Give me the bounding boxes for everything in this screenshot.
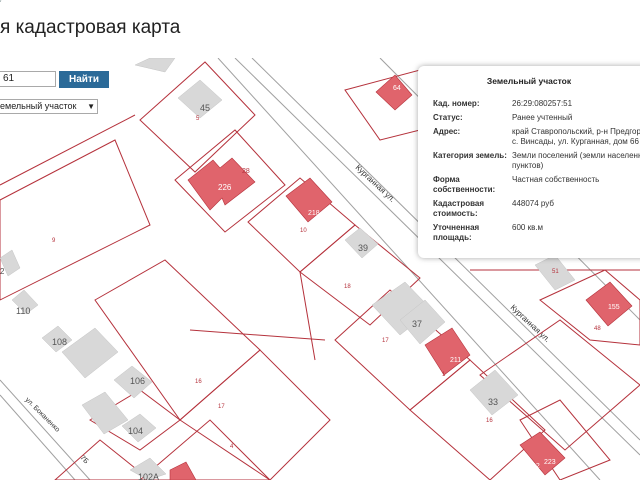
parcel-label: 10 xyxy=(300,228,307,234)
info-row: Уточненная площадь: 600 кв.м xyxy=(433,223,640,243)
parcel-label: 28 xyxy=(242,168,250,175)
parcel-label: 16 xyxy=(195,379,202,385)
object-type-value: емельный участок xyxy=(0,101,77,111)
parcel-label: 110 xyxy=(16,306,30,316)
parcel-label: 104 xyxy=(128,426,143,436)
info-value: край Ставропольский, р-н Предгорный, с. … xyxy=(512,127,640,146)
parcel-label: 18 xyxy=(344,284,351,290)
parcel-label: 17 xyxy=(218,404,225,410)
parcel-label: 48 xyxy=(594,326,601,332)
popup-title: Земельный участок xyxy=(486,76,572,86)
parcel-label: 17 xyxy=(382,338,389,344)
info-value: Земли поселений (земли населенных пункто… xyxy=(512,151,640,170)
info-key: Адрес: xyxy=(433,127,461,136)
info-value: 26:29:080257:51 xyxy=(512,99,573,108)
info-value: 600 кв.м xyxy=(512,223,544,232)
parcel-label: 37 xyxy=(412,319,422,329)
info-row: Категория земель: Земли поселений (земли… xyxy=(433,151,640,171)
page-title: я кадастровая карта xyxy=(0,17,181,38)
street-label-kurgannaya: Курганная ул. xyxy=(509,303,552,344)
chevron-down-icon: ▼ xyxy=(87,102,95,111)
parcel-label: 155 xyxy=(608,304,620,311)
find-button[interactable]: Найти xyxy=(59,71,109,88)
street-code-label: 7Б xyxy=(79,454,90,465)
parcel-label: 9 xyxy=(52,238,56,244)
parcel-label: 223 xyxy=(544,459,556,466)
parcel-label: 211 xyxy=(450,357,461,364)
breadcrumb: / xyxy=(0,0,3,4)
parcel-label: 4 xyxy=(230,444,234,450)
info-value: 448074 руб xyxy=(512,199,554,208)
cadastral-number-input[interactable]: 61 xyxy=(0,71,56,87)
info-key: Статус: xyxy=(433,113,463,122)
info-key: Кад. номер: xyxy=(433,99,480,108)
info-row: Статус: Ранее учтенный xyxy=(433,113,640,123)
info-key: Форма собственности: xyxy=(433,175,496,194)
info-value: Ранее учтенный xyxy=(512,113,573,122)
parcel-label: 108 xyxy=(52,337,67,347)
info-row: Кадастровая стоимость: 448074 руб xyxy=(433,199,640,219)
parcel-label: 64 xyxy=(393,85,401,92)
info-key: Кадастровая стоимость: xyxy=(433,199,485,218)
parcel-label: 92 xyxy=(532,463,540,470)
top-bar: / xyxy=(0,0,640,8)
info-value: Частная собственность xyxy=(512,175,600,184)
info-row: Форма собственности: Частная собственнос… xyxy=(433,175,640,195)
parcel-label: 102А xyxy=(138,472,159,480)
parcel-info-popup: Земельный участок Кад. номер: 26:29:0802… xyxy=(418,66,640,258)
parcel-label: 16 xyxy=(486,418,493,424)
street-label-kurgannaya: Курганная ул. xyxy=(354,163,397,204)
parcel-label: 218 xyxy=(308,210,320,217)
info-row: Адрес: край Ставропольский, р-н Предгорн… xyxy=(433,127,640,147)
object-type-select[interactable]: емельный участок ▼ xyxy=(0,99,98,114)
parcel-label: 51 xyxy=(552,269,559,275)
parcel-label: 226 xyxy=(218,183,232,192)
info-row: Кад. номер: 26:29:080257:51 xyxy=(433,99,640,109)
info-key: Уточненная площадь: xyxy=(433,223,480,242)
parcel-label: 39 xyxy=(358,243,368,253)
parcel-label: 2 xyxy=(0,267,5,276)
parcel-label: 106 xyxy=(130,376,145,386)
parcel-label: 33 xyxy=(488,397,498,407)
info-key: Категория земель: xyxy=(433,151,507,160)
popup-rows: Кад. номер: 26:29:080257:51 Статус: Ране… xyxy=(433,99,640,247)
parcel-label: 45 xyxy=(200,103,210,113)
